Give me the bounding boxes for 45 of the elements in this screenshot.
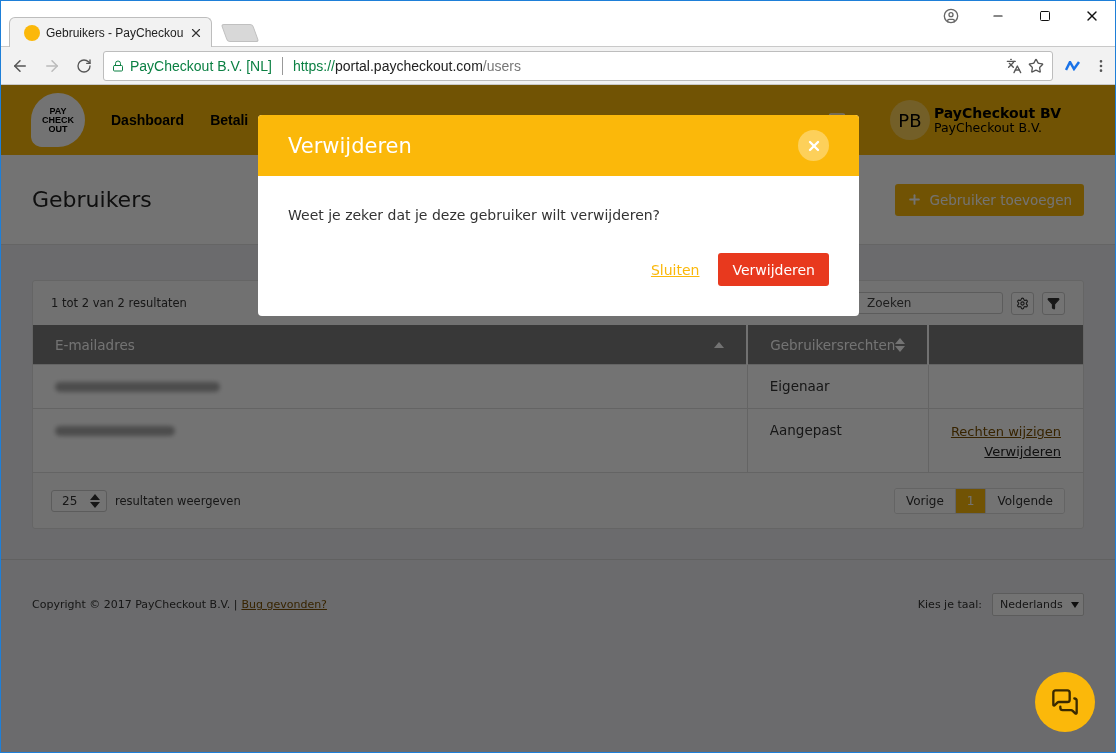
account-name: PayCheckout BV (933, 105, 1061, 121)
filter-icon (1047, 296, 1060, 310)
avatar[interactable]: PB (889, 100, 930, 140)
settings-button[interactable] (1011, 291, 1034, 315)
nav-link[interactable]: Betali (210, 112, 249, 128)
chat-button[interactable] (1035, 672, 1095, 732)
delete-link[interactable]: Verwijderen (950, 442, 1061, 462)
page-size-label: resultaten weergeven (115, 493, 241, 508)
copyright-text: Copyright © 2017 PayCheckout B.V. | (32, 598, 238, 611)
filter-button[interactable] (1042, 291, 1065, 315)
maximize-icon[interactable] (1038, 10, 1051, 22)
plus-icon (907, 192, 923, 207)
settings-icon (1016, 296, 1029, 310)
close-link[interactable]: Sluiten (650, 261, 700, 278)
translate-icon[interactable] (1006, 57, 1022, 74)
address-bar[interactable]: PayCheckout B.V. [NL] https://portal.paycheckout.com/users (103, 50, 1053, 81)
profile-icon[interactable] (942, 8, 959, 24)
table-cell: Aangepast (747, 408, 929, 472)
browser-tab[interactable]: Gebruikers - PayCheckou (9, 17, 213, 47)
logo[interactable]: PAY CHECK OUT (31, 93, 85, 147)
reload-icon[interactable] (76, 57, 92, 74)
site-favicon-icon (24, 24, 40, 41)
extension-icon[interactable] (1065, 60, 1081, 71)
url-text: https://portal.paycheckout.com/users (292, 57, 522, 74)
delete-button[interactable]: Verwijderen (718, 253, 829, 286)
lock-icon (112, 59, 124, 72)
chat-bubbles-icon (1051, 688, 1079, 716)
language-label: Kies je taal: (917, 598, 982, 611)
bug-report-link[interactable]: Bug gevonden? (241, 598, 327, 611)
tab-title: Gebruikers - PayCheckou (46, 25, 184, 40)
nav-link[interactable]: Dashboard (111, 112, 185, 128)
site-identity: PayCheckout B.V. [NL] (130, 57, 272, 74)
page-title: Gebruikers (32, 187, 152, 212)
stepper-icon (90, 493, 100, 508)
caret-icon (1071, 601, 1079, 608)
dialog-title: Verwijderen (288, 133, 412, 158)
account-company: PayCheckout B.V. (933, 121, 1043, 135)
edit-rights-link[interactable]: Rechten wijzigen (950, 422, 1061, 442)
table-cell: Eigenaar (747, 364, 929, 409)
dialog-message: Weet je zeker dat je deze gebruiker wilt verwijderen? (288, 207, 662, 223)
page-size-select[interactable]: 25 (51, 489, 107, 512)
results-summary: 1 tot 2 van 2 resultaten (51, 296, 188, 310)
language-select[interactable]: Nederlands (992, 593, 1084, 616)
pagination-button[interactable]: Volgende (985, 488, 1064, 513)
bookmark-star-icon[interactable] (1028, 57, 1044, 74)
